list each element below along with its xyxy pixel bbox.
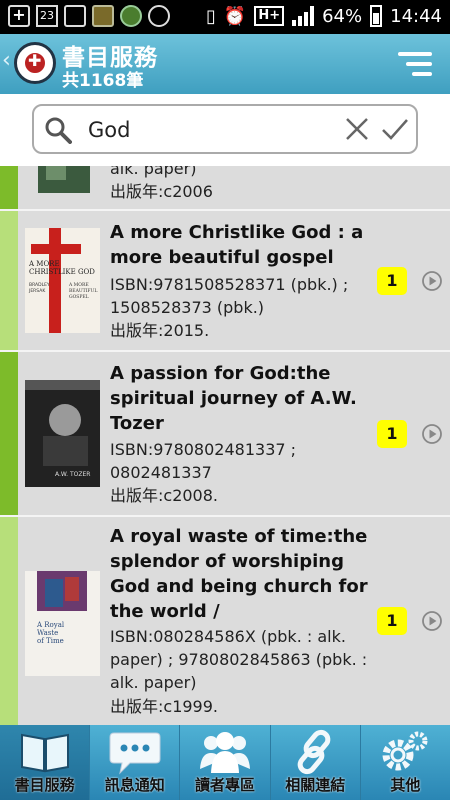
check-icon[interactable] [380, 115, 410, 143]
book-cover-image: A MORE CHRISTLIKE GOD BRADLEY JERSAK A M… [25, 228, 100, 333]
svg-text:GOSPEL: GOSPEL [69, 294, 89, 300]
people-icon [200, 732, 250, 773]
app-notification-icon [92, 5, 114, 27]
svg-text:CHRISTLIKE GOD: CHRISTLIKE GOD [29, 268, 95, 276]
svg-text:A MORE: A MORE [28, 260, 60, 268]
svg-text:A Royal: A Royal [36, 621, 65, 629]
item-isbn: ISBN:9780802481337 ; 0802481337 [110, 440, 297, 482]
tab-bibliographic-service[interactable]: 書目服務 [0, 725, 91, 800]
item-title: A more Christlike God : a more beautiful… [110, 222, 364, 268]
item-isbn: ISBN:080284586X (pbk. : alk. paper) ; 97… [110, 627, 368, 692]
list-item[interactable]: A MORE CHRISTLIKE GOD BRADLEY JERSAK A M… [0, 211, 450, 352]
svg-text:BRADLEY: BRADLEY [29, 282, 50, 288]
app-logo[interactable] [14, 42, 56, 84]
results-list: alk. paper) 出版年:c2006 A MORE CHRISTLIKE … [0, 166, 450, 725]
image-icon [64, 5, 86, 27]
magnifier-icon [45, 117, 72, 144]
vibrate-icon: ▯ [206, 5, 216, 27]
item-meta-line: alk. paper) [110, 166, 197, 178]
list-item[interactable]: alk. paper) 出版年:c2006 [0, 166, 450, 211]
link-icon [297, 729, 331, 775]
item-pubyear: 出版年:c2006 [110, 182, 213, 201]
bottom-tab-bar: 書目服務 訊息通知 讀者專區 相關連結 其他 [0, 725, 450, 800]
add-notification-icon: + [8, 5, 30, 27]
item-pubyear: 出版年:2015. [110, 321, 210, 340]
play-arrow-icon[interactable] [421, 610, 443, 632]
item-isbn: ISBN:9781508528371 (pbk.) ; 1508528373 (… [110, 275, 349, 317]
chevron-left-icon[interactable]: ‹ [2, 48, 11, 73]
svg-text:A MORE: A MORE [68, 282, 89, 288]
search-box [32, 104, 418, 154]
network-type: H+ [254, 6, 285, 26]
row-indicator [0, 352, 18, 515]
tab-related-links[interactable]: 相關連結 [271, 725, 361, 800]
battery-percent: 64% [322, 5, 363, 27]
tab-label: 讀者專區 [195, 776, 256, 794]
play-arrow-icon[interactable] [421, 423, 443, 445]
svg-text:of Time: of Time [37, 637, 64, 645]
close-x-icon[interactable] [344, 116, 370, 142]
row-indicator [0, 517, 18, 725]
signal-icon [292, 6, 315, 26]
holdings-count-badge: 1 [377, 607, 407, 635]
svg-text:A.W. TOZER: A.W. TOZER [55, 471, 90, 478]
holdings-count-badge: 1 [377, 267, 407, 295]
tab-label: 訊息通知 [104, 776, 165, 794]
holdings-count-badge: 1 [377, 420, 407, 448]
play-arrow-icon[interactable] [421, 270, 443, 292]
gear-icon [382, 731, 428, 771]
svg-text:Waste: Waste [37, 629, 58, 637]
tab-reader-zone[interactable]: 讀者專區 [180, 725, 271, 800]
book-cover-image: A Royal Waste of Time [25, 571, 100, 676]
book-cover-image: A.W. TOZER [25, 380, 100, 487]
item-title: A royal waste of time:the splendor of wo… [110, 526, 368, 622]
item-title: A passion for God:the spiritual journey … [110, 363, 357, 434]
calendar-icon: 23 [36, 5, 58, 27]
clock: 14:44 [390, 5, 442, 27]
search-bar [0, 94, 450, 166]
row-indicator [0, 166, 18, 209]
status-bar: + 23 ▯ ⏰ H+ 64% 14:44 [0, 0, 450, 34]
chat-bubble-icon [109, 732, 161, 775]
message-icon [148, 5, 170, 27]
search-input[interactable] [88, 115, 328, 145]
book-cover-image [38, 166, 90, 193]
list-item[interactable]: A Royal Waste of Time A royal waste of t… [0, 517, 450, 725]
item-pubyear: 出版年:c2008. [110, 486, 218, 505]
battery-icon [370, 5, 383, 27]
alarm-icon: ⏰ [223, 5, 247, 27]
list-item[interactable]: A.W. TOZER A passion for God:the spiritu… [0, 352, 450, 517]
hamburger-menu-icon[interactable] [398, 52, 432, 76]
tab-label: 相關連結 [285, 776, 346, 794]
tab-label: 書目服務 [14, 776, 75, 794]
result-count: 共1168筆 [62, 71, 144, 91]
svg-text:BEAUTIFUL: BEAUTIFUL [69, 288, 97, 294]
book-icon [20, 733, 69, 773]
tab-notifications[interactable]: 訊息通知 [90, 725, 181, 800]
tab-label: 其他 [390, 776, 421, 794]
app-header: ‹ 書目服務 共1168筆 [0, 34, 450, 94]
svg-text:JERSAK: JERSAK [28, 288, 46, 294]
app-notification-icon-2 [120, 5, 142, 27]
tab-other[interactable]: 其他 [361, 725, 450, 800]
item-pubyear: 出版年:c1999. [110, 697, 218, 716]
row-indicator [0, 211, 18, 350]
